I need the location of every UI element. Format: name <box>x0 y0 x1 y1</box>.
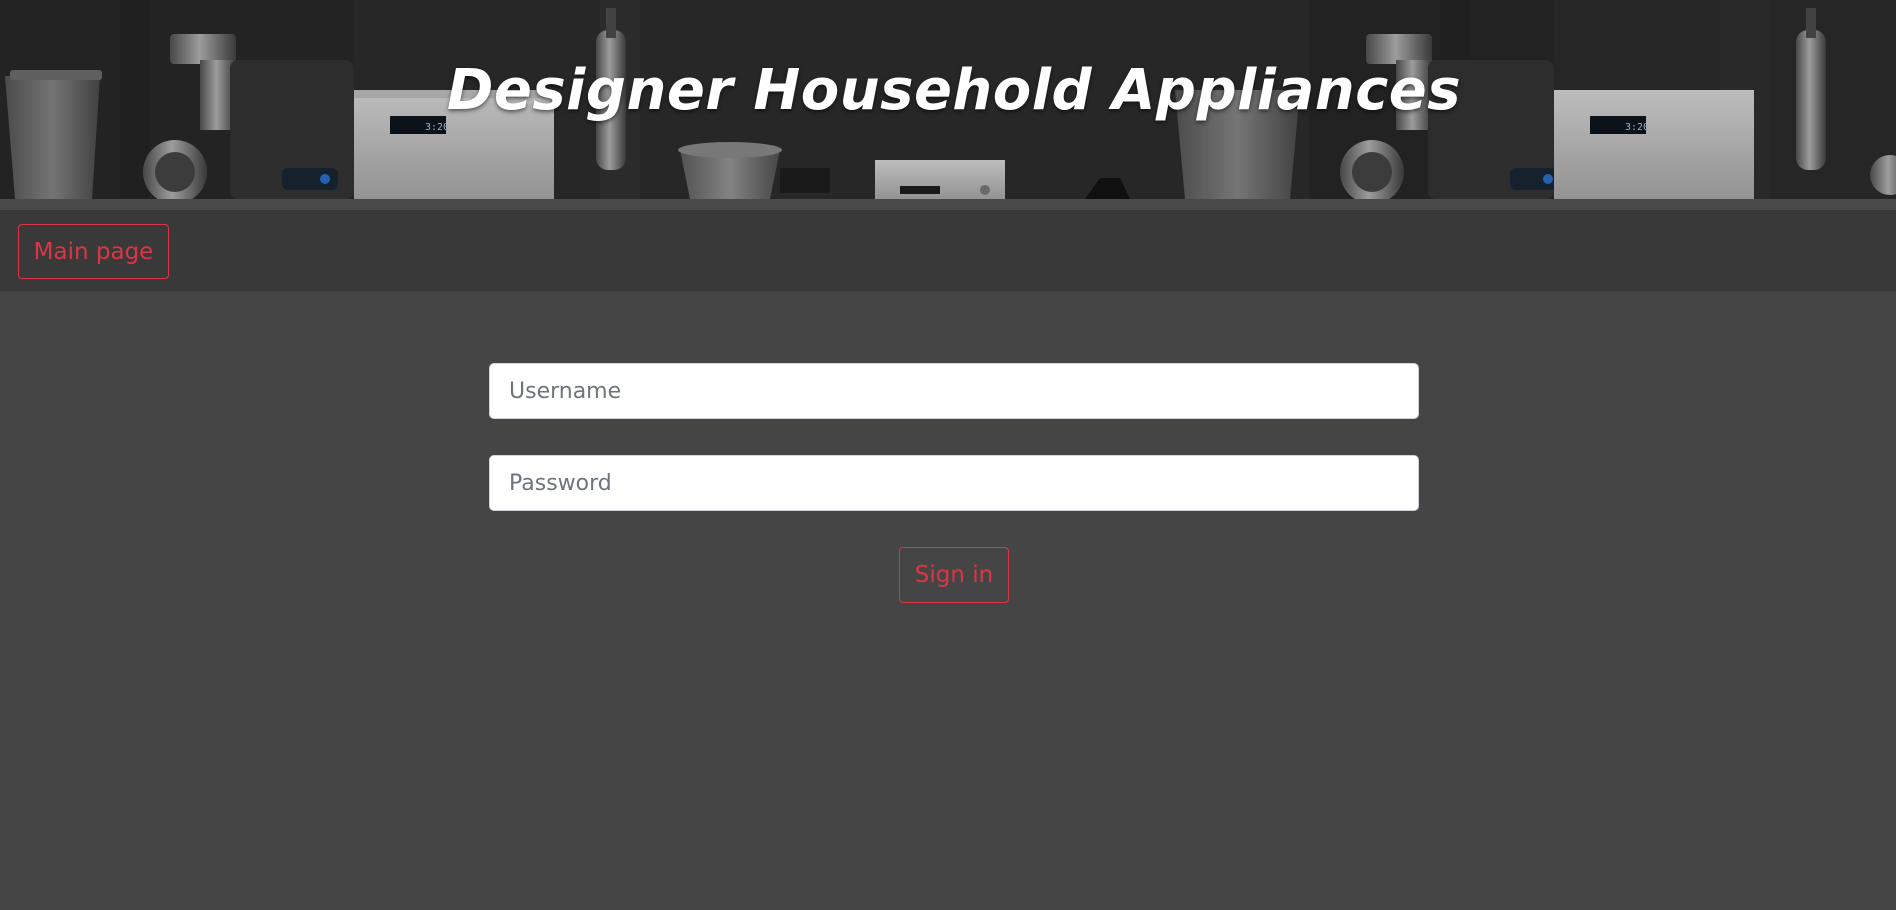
navbar: Main page <box>0 210 1896 291</box>
login-page: 3:20 3:20 Designer Household Appliances … <box>0 0 1896 910</box>
password-input[interactable] <box>489 455 1419 511</box>
header-banner: 3:20 3:20 Designer Household Appliances <box>0 0 1896 199</box>
username-input[interactable] <box>489 363 1419 419</box>
site-title: Designer Household Appliances <box>446 58 1462 123</box>
main-page-button[interactable]: Main page <box>18 224 169 279</box>
banner-divider <box>0 199 1896 210</box>
sign-in-button[interactable]: Sign in <box>899 547 1009 603</box>
